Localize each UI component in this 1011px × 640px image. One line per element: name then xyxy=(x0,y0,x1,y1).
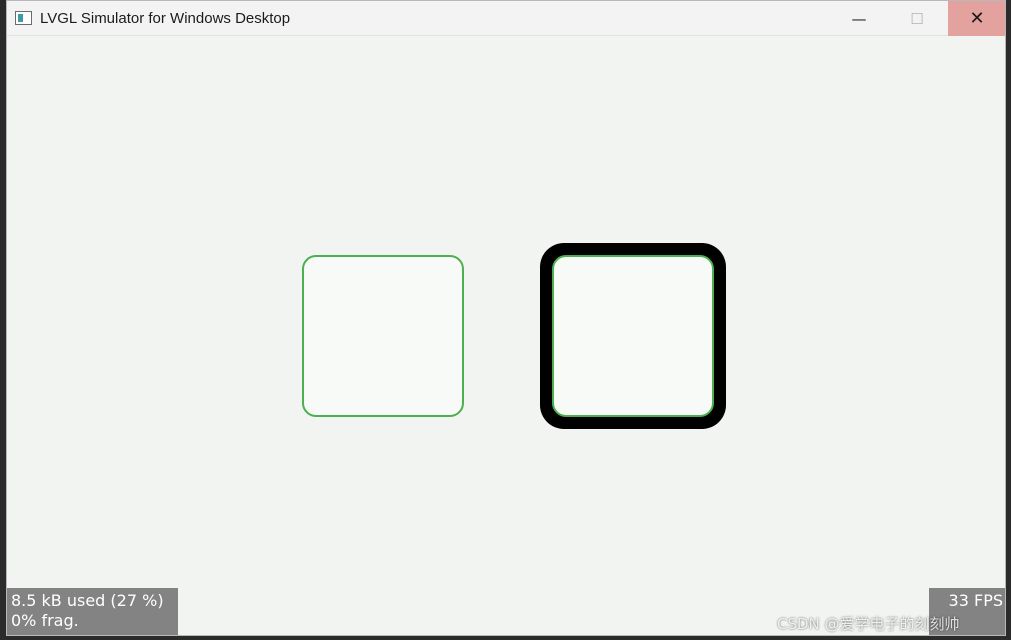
app-window-icon xyxy=(15,11,32,25)
memory-monitor: 8.5 kB used (27 %) 0% frag. xyxy=(7,588,178,635)
object-no-outline[interactable] xyxy=(302,255,464,417)
maximize-icon: ☐ xyxy=(910,9,924,28)
lvgl-screen: 8.5 kB used (27 %) 0% frag. 33 FPS CSDN … xyxy=(7,37,1005,635)
simulator-window: LVGL Simulator for Windows Desktop — ☐ ✕… xyxy=(6,0,1006,636)
close-icon: ✕ xyxy=(969,8,985,29)
title-bar[interactable]: LVGL Simulator for Windows Desktop — ☐ ✕ xyxy=(7,1,1005,36)
window-title: LVGL Simulator for Windows Desktop xyxy=(40,10,291,27)
memory-used-label: 8.5 kB used (27 %) xyxy=(11,591,164,610)
object-with-outline[interactable] xyxy=(552,255,714,417)
close-button[interactable]: ✕ xyxy=(948,1,1005,36)
minimize-icon: — xyxy=(851,9,867,28)
minimize-button[interactable]: — xyxy=(830,1,888,36)
watermark: CSDN @爱学电子的刻刻帅 xyxy=(777,615,960,633)
fps-label: 33 FPS xyxy=(948,591,1003,610)
fragmentation-label: 0% frag. xyxy=(11,611,79,630)
maximize-button[interactable]: ☐ xyxy=(888,1,946,36)
object-outline xyxy=(540,243,726,429)
